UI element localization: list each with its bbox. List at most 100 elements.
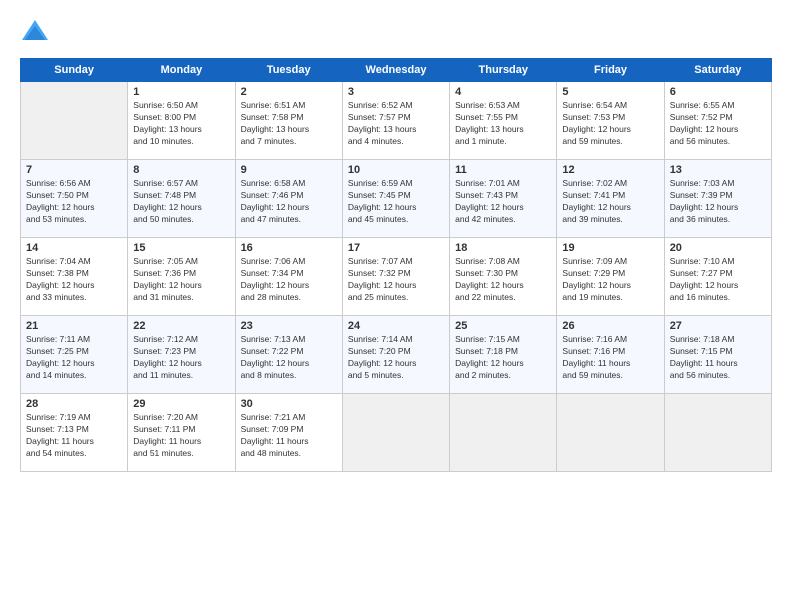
day-info: Sunrise: 6:57 AM Sunset: 7:48 PM Dayligh… [133, 178, 229, 226]
day-cell: 9 Sunrise: 6:58 AM Sunset: 7:46 PM Daylig… [235, 160, 342, 238]
day-cell: 16 Sunrise: 7:06 AM Sunset: 7:34 PM Dayli… [235, 238, 342, 316]
day-number: 13 [670, 164, 766, 176]
day-cell: 28 Sunrise: 7:19 AM Sunset: 7:13 PM Dayli… [21, 394, 128, 472]
day-info: Sunrise: 7:11 AM Sunset: 7:25 PM Dayligh… [26, 334, 122, 382]
day-info: Sunrise: 6:50 AM Sunset: 8:00 PM Dayligh… [133, 100, 229, 148]
day-number: 4 [455, 86, 551, 98]
day-number: 12 [562, 164, 658, 176]
day-number: 21 [26, 320, 122, 332]
weekday-header-row: SundayMondayTuesdayWednesdayThursdayFrid… [21, 59, 772, 82]
day-number: 25 [455, 320, 551, 332]
day-info: Sunrise: 6:58 AM Sunset: 7:46 PM Dayligh… [241, 178, 337, 226]
day-cell: 15 Sunrise: 7:05 AM Sunset: 7:36 PM Dayli… [128, 238, 235, 316]
day-number: 23 [241, 320, 337, 332]
day-number: 24 [348, 320, 444, 332]
calendar-header: SundayMondayTuesdayWednesdayThursdayFrid… [21, 59, 772, 82]
calendar-table: SundayMondayTuesdayWednesdayThursdayFrid… [20, 58, 772, 472]
day-number: 18 [455, 242, 551, 254]
day-cell: 8 Sunrise: 6:57 AM Sunset: 7:48 PM Daylig… [128, 160, 235, 238]
day-number: 20 [670, 242, 766, 254]
day-number: 14 [26, 242, 122, 254]
day-cell: 26Sunrise: 7:16 AM Sunset: 7:16 PM Dayli… [557, 316, 664, 394]
day-number: 28 [26, 398, 122, 410]
day-cell: 22 Sunrise: 7:12 AM Sunset: 7:23 PM Dayli… [128, 316, 235, 394]
day-info: Sunrise: 6:52 AM Sunset: 7:57 PM Dayligh… [348, 100, 444, 148]
day-number: 9 [241, 164, 337, 176]
week-row-5: 28 Sunrise: 7:19 AM Sunset: 7:13 PM Dayli… [21, 394, 772, 472]
weekday-header-saturday: Saturday [664, 59, 771, 82]
calendar-body: 1 Sunrise: 6:50 AM Sunset: 8:00 PM Daylig… [21, 82, 772, 472]
day-cell [21, 82, 128, 160]
day-cell: 24 Sunrise: 7:14 AM Sunset: 7:20 PM Dayli… [342, 316, 449, 394]
day-cell: 27Sunrise: 7:18 AM Sunset: 7:15 PM Dayli… [664, 316, 771, 394]
day-number: 5 [562, 86, 658, 98]
day-number: 15 [133, 242, 229, 254]
day-cell: 12 Sunrise: 7:02 AM Sunset: 7:41 PM Dayli… [557, 160, 664, 238]
day-cell: 29Sunrise: 7:20 AM Sunset: 7:11 PM Dayli… [128, 394, 235, 472]
weekday-header-wednesday: Wednesday [342, 59, 449, 82]
day-info: Sunrise: 6:54 AM Sunset: 7:53 PM Dayligh… [562, 100, 658, 148]
day-number: 1 [133, 86, 229, 98]
day-info: Sunrise: 7:05 AM Sunset: 7:36 PM Dayligh… [133, 256, 229, 304]
day-cell: 11 Sunrise: 7:01 AM Sunset: 7:43 PM Dayli… [450, 160, 557, 238]
weekday-header-monday: Monday [128, 59, 235, 82]
day-cell: 30Sunrise: 7:21 AM Sunset: 7:09 PM Dayli… [235, 394, 342, 472]
day-cell: 18 Sunrise: 7:08 AM Sunset: 7:30 PM Dayli… [450, 238, 557, 316]
logo-icon [20, 18, 50, 48]
day-number: 17 [348, 242, 444, 254]
day-number: 16 [241, 242, 337, 254]
day-info: Sunrise: 7:01 AM Sunset: 7:43 PM Dayligh… [455, 178, 551, 226]
day-cell: 5 Sunrise: 6:54 AM Sunset: 7:53 PM Daylig… [557, 82, 664, 160]
day-cell: 14 Sunrise: 7:04 AM Sunset: 7:38 PM Dayli… [21, 238, 128, 316]
day-info: Sunrise: 7:10 AM Sunset: 7:27 PM Dayligh… [670, 256, 766, 304]
day-info: Sunrise: 7:06 AM Sunset: 7:34 PM Dayligh… [241, 256, 337, 304]
day-number: 22 [133, 320, 229, 332]
day-number: 27 [670, 320, 766, 332]
day-info: Sunrise: 7:03 AM Sunset: 7:39 PM Dayligh… [670, 178, 766, 226]
day-info: Sunrise: 7:14 AM Sunset: 7:20 PM Dayligh… [348, 334, 444, 382]
day-cell: 6Sunrise: 6:55 AM Sunset: 7:52 PM Daylig… [664, 82, 771, 160]
day-number: 8 [133, 164, 229, 176]
day-cell [342, 394, 449, 472]
day-number: 26 [562, 320, 658, 332]
weekday-header-sunday: Sunday [21, 59, 128, 82]
day-cell: 2 Sunrise: 6:51 AM Sunset: 7:58 PM Daylig… [235, 82, 342, 160]
weekday-header-thursday: Thursday [450, 59, 557, 82]
day-number: 7 [26, 164, 122, 176]
day-info: Sunrise: 7:19 AM Sunset: 7:13 PM Dayligh… [26, 412, 122, 460]
day-number: 11 [455, 164, 551, 176]
day-number: 3 [348, 86, 444, 98]
week-row-3: 14 Sunrise: 7:04 AM Sunset: 7:38 PM Dayli… [21, 238, 772, 316]
day-number: 6 [670, 86, 766, 98]
day-cell: 10 Sunrise: 6:59 AM Sunset: 7:45 PM Dayli… [342, 160, 449, 238]
day-cell: 17Sunrise: 7:07 AM Sunset: 7:32 PM Dayli… [342, 238, 449, 316]
header [20, 18, 772, 48]
day-cell: 21 Sunrise: 7:11 AM Sunset: 7:25 PM Dayli… [21, 316, 128, 394]
day-cell: 23Sunrise: 7:13 AM Sunset: 7:22 PM Dayli… [235, 316, 342, 394]
day-number: 19 [562, 242, 658, 254]
week-row-1: 1 Sunrise: 6:50 AM Sunset: 8:00 PM Daylig… [21, 82, 772, 160]
day-info: Sunrise: 6:56 AM Sunset: 7:50 PM Dayligh… [26, 178, 122, 226]
logo [20, 18, 54, 48]
day-info: Sunrise: 7:04 AM Sunset: 7:38 PM Dayligh… [26, 256, 122, 304]
day-cell [557, 394, 664, 472]
day-info: Sunrise: 7:12 AM Sunset: 7:23 PM Dayligh… [133, 334, 229, 382]
day-info: Sunrise: 7:02 AM Sunset: 7:41 PM Dayligh… [562, 178, 658, 226]
day-number: 2 [241, 86, 337, 98]
day-info: Sunrise: 6:59 AM Sunset: 7:45 PM Dayligh… [348, 178, 444, 226]
day-number: 10 [348, 164, 444, 176]
calendar-page: SundayMondayTuesdayWednesdayThursdayFrid… [0, 0, 792, 612]
day-cell [450, 394, 557, 472]
day-info: Sunrise: 7:08 AM Sunset: 7:30 PM Dayligh… [455, 256, 551, 304]
day-number: 29 [133, 398, 229, 410]
day-cell: 25Sunrise: 7:15 AM Sunset: 7:18 PM Dayli… [450, 316, 557, 394]
weekday-header-tuesday: Tuesday [235, 59, 342, 82]
day-cell: 19Sunrise: 7:09 AM Sunset: 7:29 PM Dayli… [557, 238, 664, 316]
day-cell: 1 Sunrise: 6:50 AM Sunset: 8:00 PM Daylig… [128, 82, 235, 160]
day-cell: 3 Sunrise: 6:52 AM Sunset: 7:57 PM Daylig… [342, 82, 449, 160]
weekday-header-friday: Friday [557, 59, 664, 82]
week-row-2: 7 Sunrise: 6:56 AM Sunset: 7:50 PM Daylig… [21, 160, 772, 238]
week-row-4: 21 Sunrise: 7:11 AM Sunset: 7:25 PM Dayli… [21, 316, 772, 394]
day-cell: 4Sunrise: 6:53 AM Sunset: 7:55 PM Daylig… [450, 82, 557, 160]
day-info: Sunrise: 6:51 AM Sunset: 7:58 PM Dayligh… [241, 100, 337, 148]
